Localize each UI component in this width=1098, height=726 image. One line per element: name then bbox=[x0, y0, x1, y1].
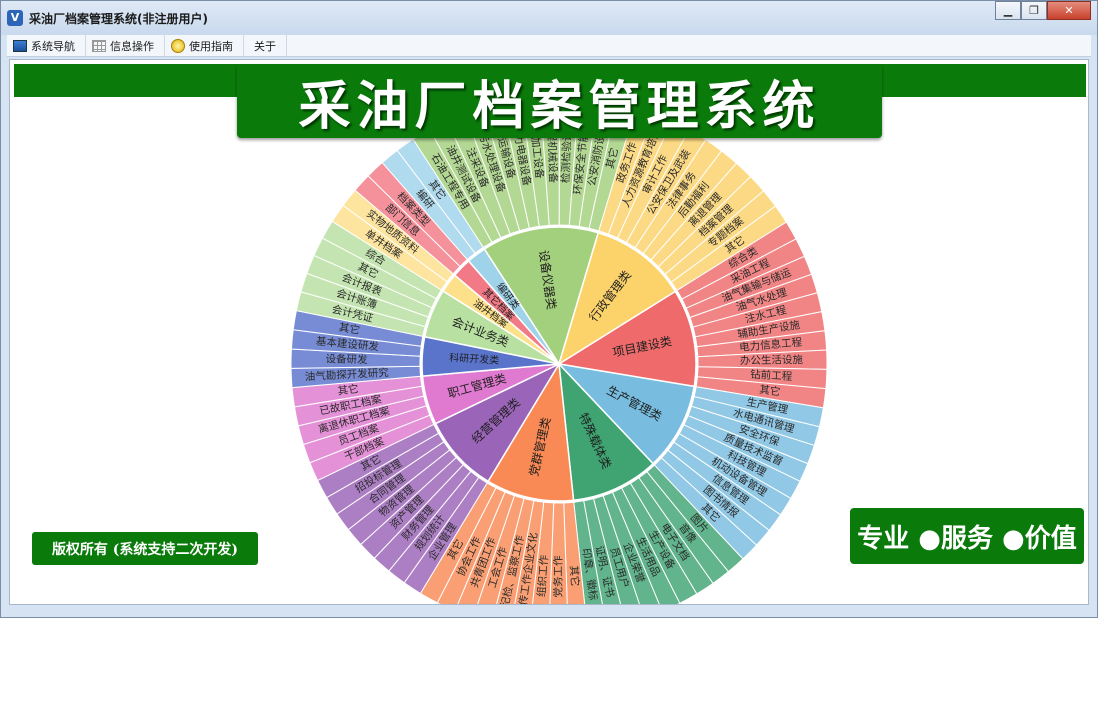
application-window: V 采油厂档案管理系统(非注册用户) ▁ ❐ ✕ 系统导航 信息操作 使用指南 … bbox=[0, 0, 1098, 618]
close-button[interactable]: ✕ bbox=[1047, 1, 1091, 20]
menu-label: 关于 bbox=[254, 39, 276, 53]
subcategory-label[interactable]: 其它 bbox=[567, 565, 581, 587]
minimize-button[interactable]: ▁ bbox=[995, 1, 1021, 20]
menu-about[interactable]: 关于 bbox=[244, 35, 287, 56]
grid-icon bbox=[92, 39, 106, 52]
menu-system-navigation[interactable]: 系统导航 bbox=[7, 35, 86, 56]
title-bar[interactable]: V 采油厂档案管理系统(非注册用户) ▁ ❐ ✕ bbox=[1, 1, 1097, 35]
subcategory-label[interactable]: 钻前工程 bbox=[750, 368, 793, 383]
maximize-button[interactable]: ❐ bbox=[1021, 1, 1047, 20]
menu-label: 信息操作 bbox=[110, 39, 154, 53]
copyright-badge: 版权所有 (系统支持二次开发) bbox=[32, 532, 258, 565]
menu-user-guide[interactable]: 使用指南 bbox=[165, 35, 244, 56]
window-title: 采油厂档案管理系统(非注册用户) bbox=[29, 12, 208, 26]
subcategory-label[interactable]: 党务工作 bbox=[552, 555, 565, 598]
subcategory-label[interactable]: 设备研发 bbox=[325, 352, 368, 366]
window-controls: ▁ ❐ ✕ bbox=[995, 1, 1091, 20]
menu-label: 系统导航 bbox=[31, 39, 75, 53]
subcategory-label[interactable]: 办公生活设施 bbox=[740, 353, 804, 367]
menu-info-operation[interactable]: 信息操作 bbox=[86, 35, 165, 56]
subcategory-label[interactable]: 其它 bbox=[337, 382, 359, 398]
main-content: 设备仪器类 石油工程专用 油井测试设备 注采设备 污水处理设备 运输设备 动力电器设备 机加工… bbox=[9, 59, 1089, 605]
menu-label: 使用指南 bbox=[189, 39, 233, 53]
navigation-icon bbox=[13, 39, 27, 52]
system-banner-title: 采油厂档案管理系统 bbox=[237, 64, 882, 138]
slogan-badge: 专业 ●服务 ●价值 bbox=[850, 508, 1084, 564]
subcategory-label[interactable]: 其它 bbox=[759, 383, 781, 399]
guide-icon bbox=[171, 38, 185, 53]
app-logo-icon: V bbox=[7, 10, 23, 26]
menu-bar: 系统导航 信息操作 使用指南 关于 bbox=[7, 35, 1091, 57]
